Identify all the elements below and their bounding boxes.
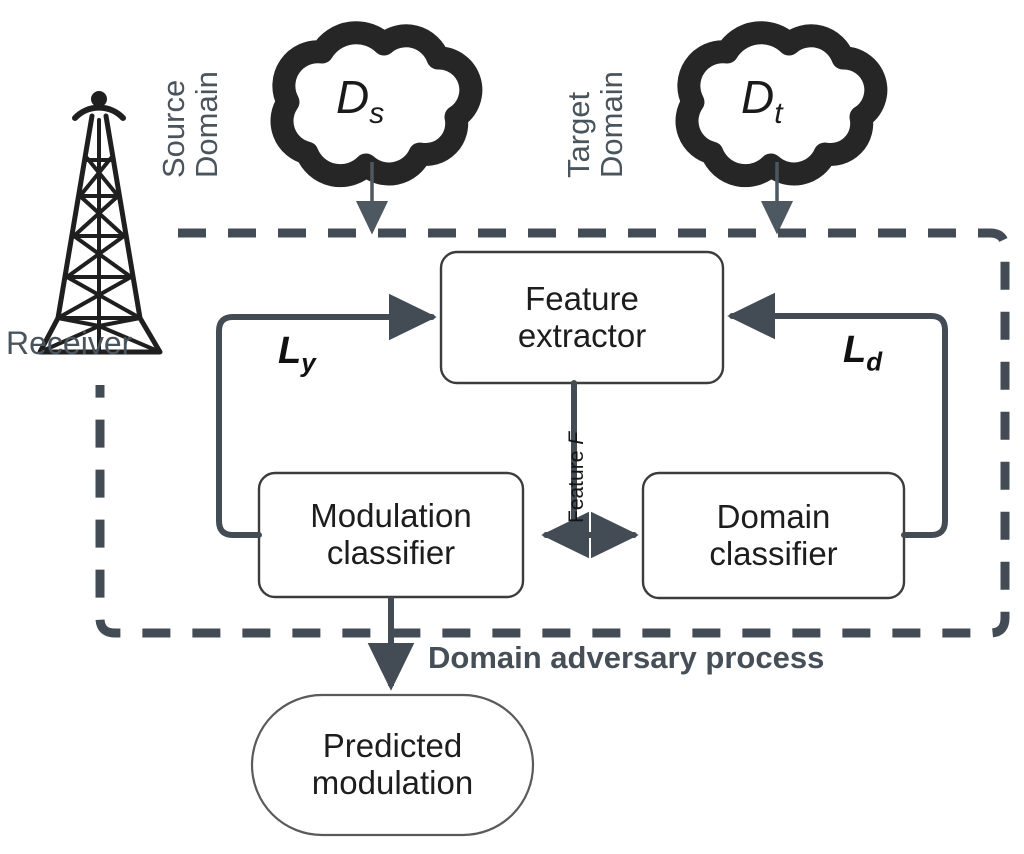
source-domain-symbol: Ds bbox=[336, 70, 384, 131]
diagram-vector-layer bbox=[37, 21, 1010, 837]
target-domain-symbol-main: D bbox=[741, 71, 775, 123]
source-domain-label: Source Domain bbox=[156, 71, 224, 178]
domain-adversary-caption: Domain adversary process bbox=[428, 640, 825, 675]
feature-extractor-box[interactable] bbox=[439, 250, 725, 385]
source-domain-label-line2: Domain bbox=[188, 71, 224, 178]
receiver-label: Receiver bbox=[6, 325, 133, 361]
loss-y-label: Ly bbox=[278, 330, 316, 379]
target-domain-symbol-sub: t bbox=[774, 97, 783, 131]
loss-d-symbol: L bbox=[843, 329, 867, 371]
target-domain-label: Target Domain bbox=[561, 71, 629, 178]
loss-d-subscript: d bbox=[866, 346, 883, 377]
feature-edge-label-text: Feature bbox=[565, 444, 588, 523]
target-domain-label-line2: Domain bbox=[593, 71, 629, 178]
feature-edge-label-symbol: F bbox=[565, 431, 588, 445]
modulation-classifier-box[interactable] bbox=[257, 471, 525, 599]
feature-edge-label: Feature F bbox=[565, 432, 589, 523]
target-domain-label-line1: Target bbox=[561, 91, 596, 178]
source-domain-label-line1: Source bbox=[156, 79, 191, 178]
loss-d-label: Ld bbox=[843, 329, 882, 378]
feature-split-edge-right bbox=[571, 511, 639, 559]
diagram-canvas: Receiver Source Domain Target Domain Ds … bbox=[0, 0, 1024, 854]
loss-y-symbol: L bbox=[278, 330, 302, 372]
predicted-modulation-box[interactable] bbox=[250, 693, 535, 837]
radio-tower-icon bbox=[37, 91, 163, 355]
loss-y-subscript: y bbox=[301, 347, 316, 378]
target-domain-symbol: Dt bbox=[741, 70, 783, 131]
source-domain-symbol-sub: s bbox=[369, 97, 385, 131]
domain-classifier-box[interactable] bbox=[641, 471, 906, 600]
source-domain-symbol-main: D bbox=[336, 71, 370, 123]
